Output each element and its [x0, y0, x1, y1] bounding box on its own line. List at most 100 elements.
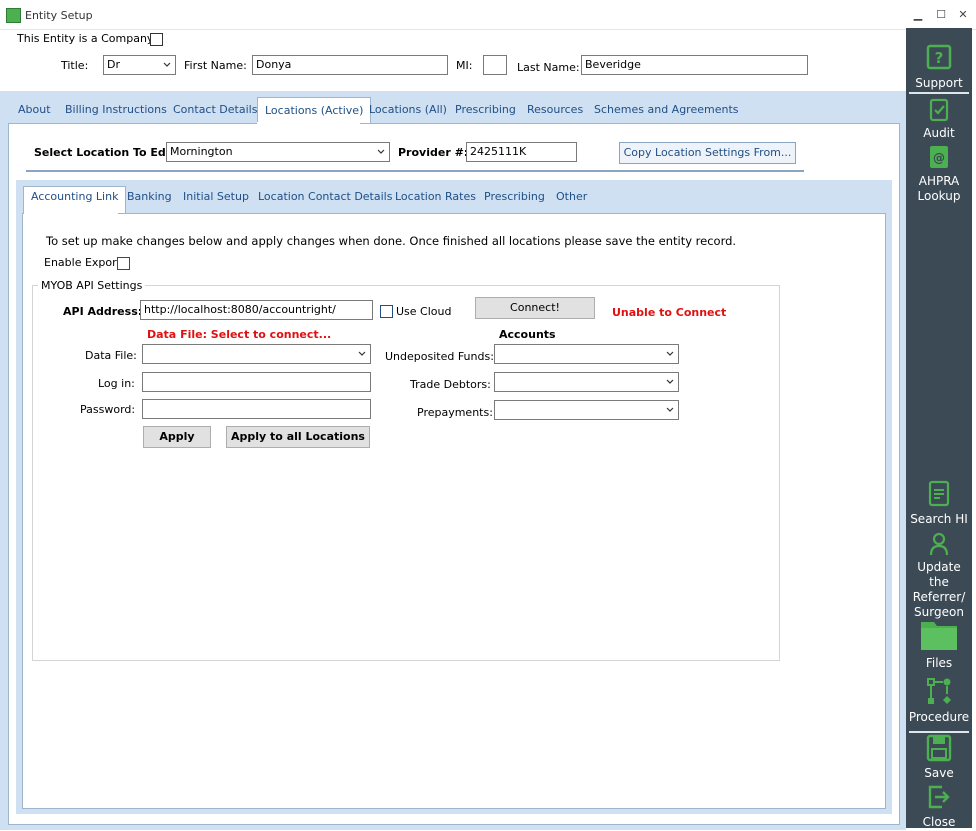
company-checkbox[interactable] — [150, 33, 163, 46]
referrer-icon — [929, 532, 949, 556]
tab-prescribing[interactable]: Prescribing — [455, 100, 516, 124]
subtab-other[interactable]: Other — [556, 190, 587, 203]
api-address-field[interactable]: http://localhost:8080/accountright/ — [140, 300, 373, 320]
svg-text:?: ? — [935, 49, 944, 67]
connect-status: Unable to Connect — [612, 306, 727, 319]
prepayments-label: Prepayments: — [417, 406, 493, 419]
first-name-field[interactable]: Donya — [252, 55, 448, 75]
update-referrer-button[interactable]: Update the Referrer/ Surgeon — [906, 532, 972, 620]
search-hi-label: Search HI — [910, 512, 968, 526]
sidebar-divider — [909, 92, 969, 94]
window-title: Entity Setup — [25, 9, 93, 22]
first-name-label: First Name: — [184, 59, 247, 72]
tab-billing-instructions[interactable]: Billing Instructions — [65, 100, 167, 124]
trade-debtors-label: Trade Debtors: — [410, 378, 491, 391]
undeposited-funds-select[interactable] — [494, 344, 679, 364]
accounts-heading: Accounts — [499, 328, 556, 341]
subtab-banking[interactable]: Banking — [127, 190, 172, 203]
tab-contact-details[interactable]: Contact Details — [173, 100, 257, 124]
mi-label: MI: — [456, 59, 473, 72]
tab-locations-active[interactable]: Locations (Active) — [257, 97, 372, 125]
instructions-text: To set up make changes below and apply c… — [46, 234, 737, 248]
chevron-down-icon — [358, 351, 366, 356]
password-field[interactable] — [142, 399, 371, 419]
apply-to-all-locations-button[interactable]: Apply to all Locations — [226, 426, 370, 448]
ahpra-lookup-icon: @ — [930, 146, 948, 168]
support-label: Support — [915, 76, 963, 90]
title-value: Dr — [107, 58, 120, 71]
close-icon — [928, 785, 950, 809]
login-label: Log in: — [98, 377, 135, 390]
group-title: MYOB API Settings — [38, 279, 146, 292]
close-window-button[interactable]: ✕ — [955, 7, 971, 23]
prepayments-select[interactable] — [494, 400, 679, 420]
save-label: Save — [924, 766, 954, 780]
password-label: Password: — [80, 403, 136, 416]
procedure-label: Procedure — [908, 710, 970, 724]
enable-export-checkbox[interactable] — [117, 257, 130, 270]
support-icon: ? — [926, 44, 952, 70]
minimize-button[interactable]: ▁ — [910, 7, 926, 23]
login-field[interactable] — [142, 372, 371, 392]
trade-debtors-select[interactable] — [494, 372, 679, 392]
title-bar — [0, 0, 976, 30]
ahpra-lookup-label: AHPRA Lookup — [917, 174, 961, 203]
app-icon — [6, 8, 21, 23]
provider-label: Provider #: — [398, 146, 469, 159]
subtab-location-contact-details[interactable]: Location Contact Details — [258, 190, 392, 203]
tab-about[interactable]: About — [18, 100, 51, 124]
close-button[interactable]: Close — [906, 783, 972, 830]
chevron-down-icon — [377, 149, 385, 154]
company-label: This Entity is a Company — [17, 32, 154, 45]
title-label: Title: — [61, 59, 89, 72]
files-button[interactable]: Files — [906, 616, 972, 671]
action-sidebar: ? Support Audit @ AHPRA Lookup Search HI… — [906, 28, 972, 830]
data-file-label: Data File: — [85, 349, 137, 362]
data-file-select[interactable] — [142, 344, 371, 364]
procedure-button[interactable]: Procedure — [906, 676, 972, 725]
last-name-label: Last Name: — [517, 61, 580, 74]
use-cloud-label: Use Cloud — [396, 305, 452, 318]
copy-location-settings-button[interactable]: Copy Location Settings From... — [619, 142, 796, 164]
chevron-down-icon — [666, 407, 674, 412]
subtab-prescribing[interactable]: Prescribing — [484, 190, 545, 203]
maximize-button[interactable]: ☐ — [933, 7, 949, 23]
myob-api-settings-group — [32, 285, 780, 661]
apply-button[interactable]: Apply — [143, 426, 211, 448]
title-select[interactable]: Dr — [103, 55, 176, 75]
audit-icon — [929, 98, 949, 122]
api-address-label: API Address: — [63, 305, 143, 318]
svg-text:@: @ — [933, 151, 945, 165]
search-hi-button[interactable]: Search HI — [906, 480, 972, 527]
save-icon — [926, 734, 952, 762]
subtab-location-rates[interactable]: Location Rates — [395, 190, 476, 203]
active-subtab-joiner — [24, 212, 118, 215]
save-button[interactable]: Save — [906, 734, 972, 781]
mi-field[interactable] — [483, 55, 507, 75]
support-button[interactable]: ? Support — [906, 44, 972, 91]
search-hi-icon — [928, 480, 950, 507]
divider — [26, 170, 804, 172]
subtab-initial-setup[interactable]: Initial Setup — [183, 190, 249, 203]
procedure-icon — [927, 678, 951, 704]
active-tab-joiner — [257, 122, 360, 125]
tab-locations-all[interactable]: Locations (All) — [369, 100, 447, 124]
files-label: Files — [925, 656, 953, 670]
last-name-field[interactable]: Beveridge — [581, 55, 808, 75]
connect-button[interactable]: Connect! — [475, 297, 595, 319]
data-file-status: Data File: Select to connect... — [147, 328, 332, 341]
chevron-down-icon — [163, 62, 171, 67]
audit-button[interactable]: Audit — [906, 98, 972, 141]
subtab-accounting-link[interactable]: Accounting Link — [23, 186, 127, 214]
provider-field[interactable]: 2425111K — [466, 142, 577, 162]
tab-resources[interactable]: Resources — [527, 100, 583, 124]
sidebar-divider — [909, 731, 969, 733]
location-value: Mornington — [170, 145, 233, 158]
chevron-down-icon — [666, 379, 674, 384]
folder-icon — [921, 622, 957, 650]
tab-schemes-and-agreements[interactable]: Schemes and Agreements — [594, 100, 739, 124]
chevron-down-icon — [666, 351, 674, 356]
location-select[interactable]: Mornington — [166, 142, 390, 162]
use-cloud-checkbox[interactable] — [380, 305, 393, 318]
ahpra-lookup-button[interactable]: @ AHPRA Lookup — [906, 144, 972, 204]
